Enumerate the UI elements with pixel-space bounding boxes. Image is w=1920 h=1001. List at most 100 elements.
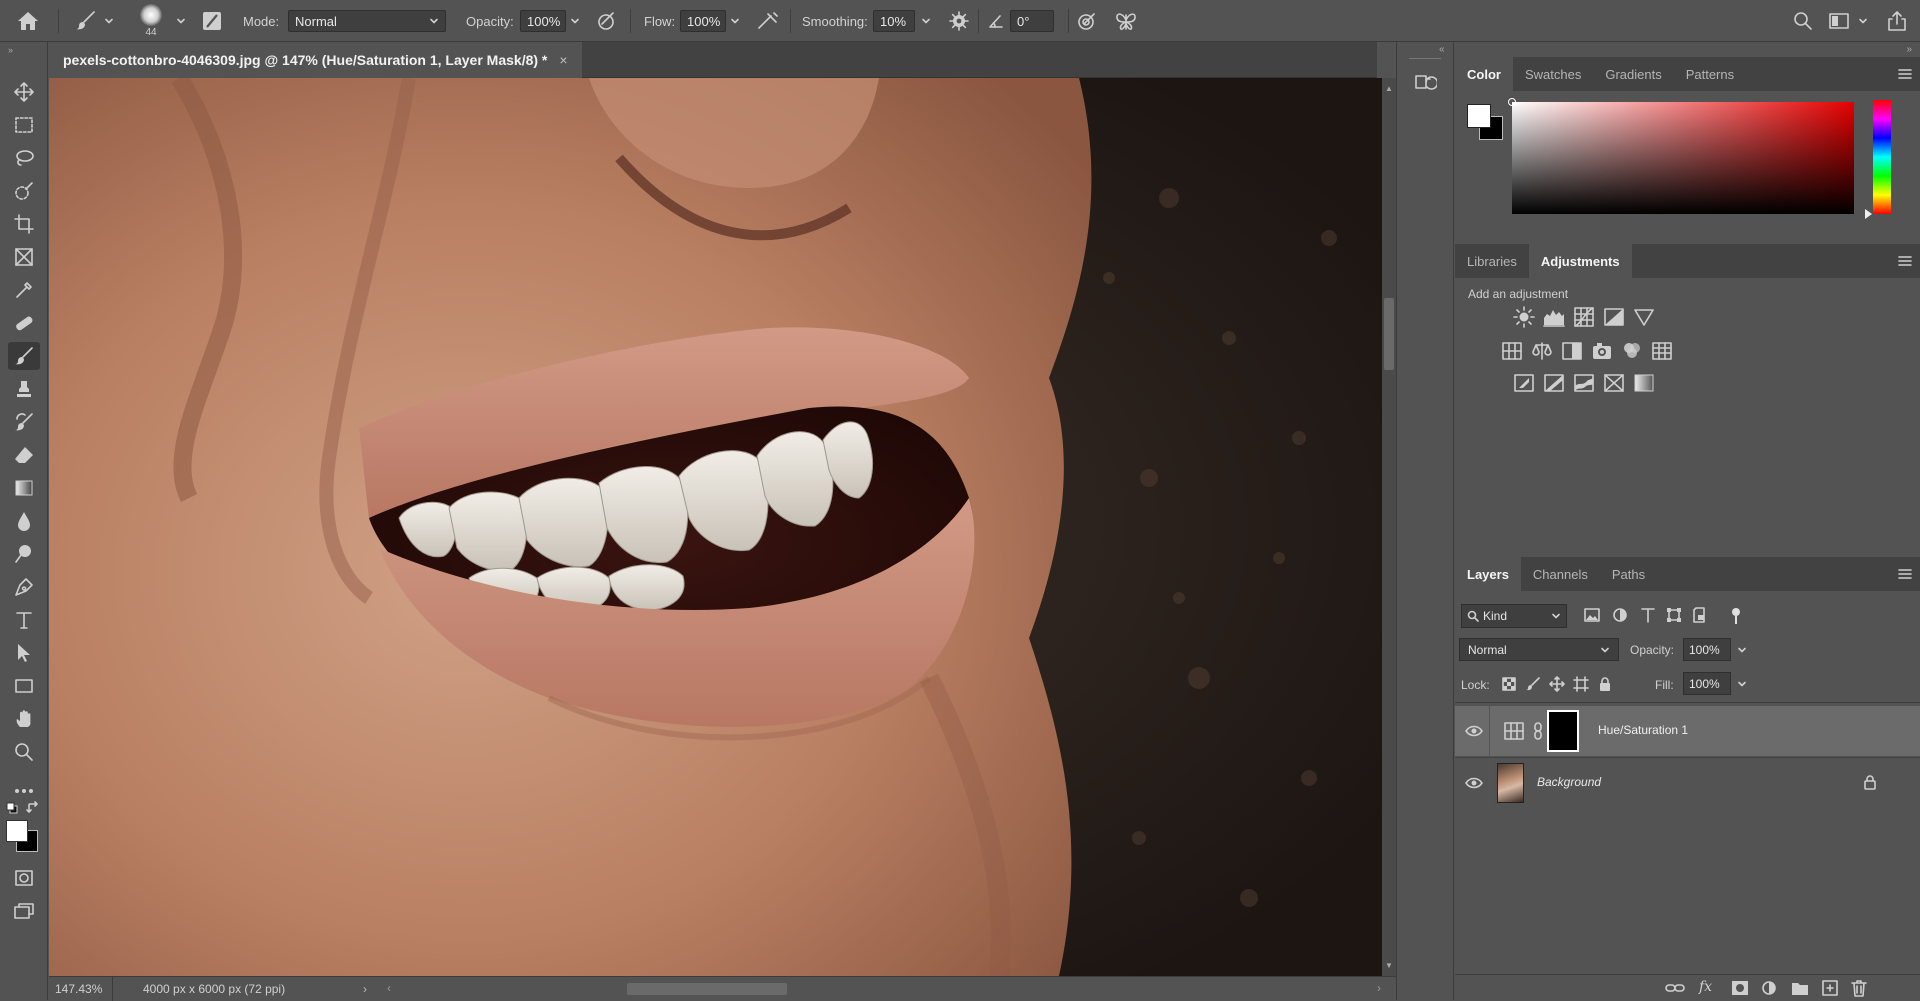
tab-gradients[interactable]: Gradients	[1593, 57, 1673, 91]
layer-opacity-chevron-icon[interactable]	[1737, 645, 1747, 655]
tab-paths[interactable]: Paths	[1600, 557, 1657, 591]
layer-mask-thumbnail[interactable]	[1547, 710, 1579, 752]
pen-tool[interactable]	[8, 573, 40, 601]
default-colors-button[interactable]	[6, 802, 18, 814]
blur-tool[interactable]	[8, 507, 40, 535]
fill-input[interactable]: 100%	[1683, 672, 1731, 695]
filter-shape-layers-button[interactable]	[1665, 606, 1683, 624]
layer-opacity-input[interactable]: 100%	[1683, 638, 1731, 661]
collapse-dock-icon[interactable]: »	[1906, 44, 1912, 55]
scroll-right-icon[interactable]: ›	[1377, 981, 1381, 995]
document-tab[interactable]: pexels-cottonbro-4046309.jpg @ 147% (Hue…	[49, 42, 582, 78]
healing-brush-tool[interactable]	[8, 309, 40, 337]
pressure-size-toggle[interactable]	[1076, 0, 1098, 42]
new-layer-icon[interactable]	[1821, 979, 1839, 997]
link-layers-icon[interactable]	[1665, 981, 1685, 995]
color-foreground-swatch[interactable]	[1467, 104, 1491, 128]
eraser-tool[interactable]	[8, 441, 40, 469]
tool-preset-picker[interactable]	[74, 0, 114, 42]
lasso-tool[interactable]	[8, 144, 40, 172]
search-button[interactable]	[1792, 0, 1814, 42]
horizontal-scroll-thumb[interactable]	[627, 982, 787, 995]
filter-smart-objects-button[interactable]	[1691, 606, 1709, 624]
vibrance-icon[interactable]	[1633, 306, 1655, 328]
hue-saturation-icon[interactable]	[1501, 340, 1523, 362]
tab-color[interactable]: Color	[1455, 57, 1513, 91]
pressure-opacity-toggle[interactable]	[596, 0, 618, 42]
filter-pixel-layers-button[interactable]	[1583, 606, 1601, 624]
swap-colors-button[interactable]	[26, 801, 40, 815]
layer-row-background[interactable]: Background	[1455, 758, 1920, 808]
eyedropper-tool[interactable]	[8, 276, 40, 304]
zoom-tool[interactable]	[8, 738, 40, 766]
quick-mask-button[interactable]	[8, 864, 40, 892]
history-panel-button[interactable]	[1413, 70, 1437, 94]
rectangle-tool[interactable]	[8, 672, 40, 700]
home-button[interactable]	[16, 0, 40, 42]
frame-tool[interactable]	[8, 243, 40, 271]
brush-settings-toggle[interactable]	[200, 0, 224, 42]
tab-swatches[interactable]: Swatches	[1513, 57, 1593, 91]
smoothing-input[interactable]: 10%	[873, 10, 915, 32]
clone-stamp-tool[interactable]	[8, 375, 40, 403]
lock-image-pixels-button[interactable]	[1525, 676, 1541, 692]
hand-tool[interactable]	[8, 705, 40, 733]
scroll-left-icon[interactable]: ‹	[387, 981, 391, 995]
vertical-scrollbar[interactable]: ▲ ▼	[1382, 78, 1396, 976]
layer-name[interactable]: Background	[1537, 775, 1601, 789]
horizontal-scrollbar[interactable]: ‹ ›	[387, 977, 1387, 1001]
tab-channels[interactable]: Channels	[1521, 557, 1600, 591]
tab-patterns[interactable]: Patterns	[1674, 57, 1746, 91]
brush-preset-picker[interactable]: 44	[140, 0, 162, 42]
layer-row-hue-saturation[interactable]: Hue/Saturation 1	[1455, 706, 1920, 756]
vertical-scroll-thumb[interactable]	[1384, 298, 1394, 370]
lock-transparent-pixels-button[interactable]	[1501, 676, 1517, 692]
eye-icon[interactable]	[1465, 724, 1483, 738]
trash-icon[interactable]	[1851, 979, 1867, 997]
color-field[interactable]	[1508, 98, 1854, 214]
zoom-level[interactable]: 147.43%	[49, 976, 113, 1001]
color-balance-icon[interactable]	[1531, 340, 1553, 362]
chain-link-icon[interactable]	[1533, 722, 1543, 740]
filter-type-layers-button[interactable]	[1639, 606, 1657, 624]
symmetry-button[interactable]	[1114, 0, 1138, 42]
fill-chevron-icon[interactable]	[1737, 679, 1747, 689]
brush-tool[interactable]	[8, 342, 40, 370]
blend-mode-select[interactable]: Normal	[1459, 638, 1619, 661]
selective-color-icon[interactable]	[1603, 372, 1625, 394]
panel-menu-icon[interactable]	[1898, 68, 1912, 80]
lock-artboards-button[interactable]	[1573, 676, 1589, 692]
lock-position-button[interactable]	[1549, 676, 1565, 692]
expand-panels-icon[interactable]: «	[1439, 44, 1445, 55]
flow-chevron-icon[interactable]	[730, 16, 740, 26]
layer-style-fx-icon[interactable]: fx	[1699, 979, 1712, 995]
filter-toggle-switch[interactable]	[1732, 608, 1740, 616]
photo-filter-icon[interactable]	[1591, 340, 1613, 362]
eye-icon[interactable]	[1465, 776, 1483, 790]
angle-input[interactable]: 0°	[1010, 10, 1054, 32]
crop-tool[interactable]	[8, 210, 40, 238]
color-picker-handle[interactable]	[1508, 98, 1516, 106]
move-tool[interactable]	[8, 78, 40, 106]
scroll-down-icon[interactable]: ▼	[1385, 961, 1393, 970]
scroll-up-icon[interactable]: ▲	[1385, 84, 1393, 93]
collapse-toolbar-icon[interactable]: »	[8, 45, 13, 55]
exposure-icon[interactable]	[1603, 306, 1625, 328]
foreground-color-swatch[interactable]	[6, 820, 28, 842]
invert-icon[interactable]	[1513, 372, 1535, 394]
close-document-icon[interactable]: ×	[559, 52, 567, 68]
airbrush-toggle[interactable]	[756, 0, 780, 42]
quick-selection-tool[interactable]	[8, 177, 40, 205]
gradient-tool[interactable]	[8, 474, 40, 502]
flow-input[interactable]: 100%	[680, 10, 726, 32]
channel-mixer-icon[interactable]	[1621, 340, 1643, 362]
panel-menu-icon[interactable]	[1898, 255, 1912, 267]
new-group-folder-icon[interactable]	[1791, 980, 1809, 996]
panel-menu-icon[interactable]	[1898, 568, 1912, 580]
posterize-icon[interactable]	[1543, 372, 1565, 394]
history-brush-tool[interactable]	[8, 408, 40, 436]
filter-adjustment-layers-button[interactable]	[1611, 606, 1629, 624]
document-canvas[interactable]	[49, 78, 1382, 976]
dodge-tool[interactable]	[8, 540, 40, 568]
marquee-tool[interactable]	[8, 111, 40, 139]
